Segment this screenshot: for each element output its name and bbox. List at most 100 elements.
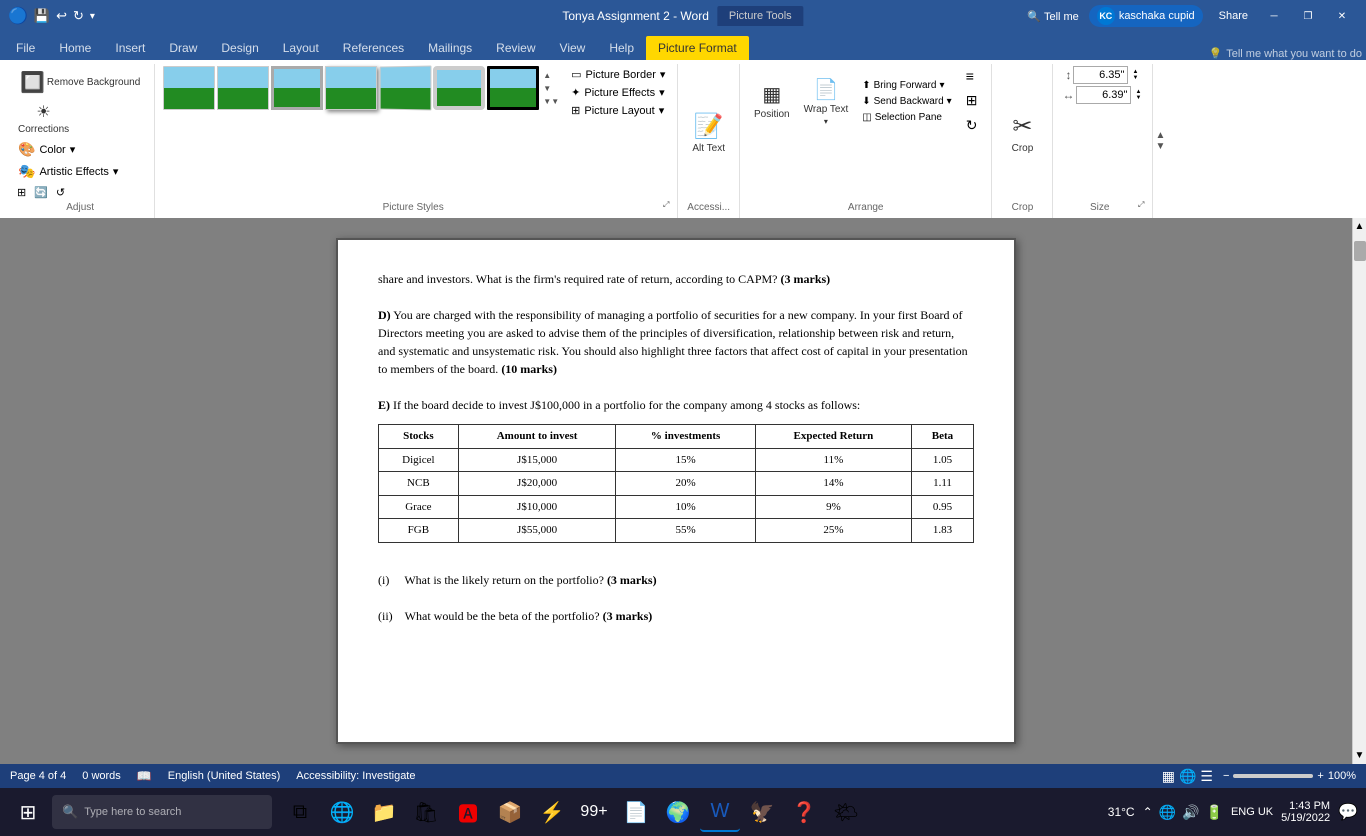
picture-styles-expand[interactable]: ⤢ bbox=[663, 200, 669, 216]
tab-draw[interactable]: Draw bbox=[157, 36, 209, 60]
power-automate-btn[interactable]: ⚡ bbox=[532, 792, 572, 832]
zoom-slider[interactable] bbox=[1233, 774, 1313, 778]
selection-pane-btn[interactable]: ◫ Selection Pane bbox=[856, 110, 957, 125]
remove-background-btn[interactable]: 🔲 Remove Background bbox=[14, 66, 146, 99]
zoom-out-btn[interactable]: − bbox=[1223, 770, 1229, 782]
scroll-up-btn[interactable]: ▲ bbox=[1352, 218, 1366, 235]
width-down[interactable]: ▼ bbox=[1133, 95, 1143, 101]
edge-btn[interactable]: 🌐 bbox=[322, 792, 362, 832]
pic-style-1[interactable] bbox=[163, 66, 215, 110]
group-btn[interactable]: ⊞ bbox=[960, 90, 984, 111]
tab-layout[interactable]: Layout bbox=[271, 36, 331, 60]
tab-design[interactable]: Design bbox=[209, 36, 270, 60]
pic-style-2[interactable] bbox=[217, 66, 269, 110]
start-icon: ⊞ bbox=[20, 800, 37, 825]
height-input[interactable] bbox=[1073, 66, 1128, 84]
tab-mailings[interactable]: Mailings bbox=[416, 36, 484, 60]
layout-dropdown: ▾ bbox=[659, 104, 665, 117]
pic-style-4[interactable] bbox=[325, 66, 377, 110]
acrobat-btn[interactable]: 🅰 bbox=[448, 792, 488, 832]
pic-style-3[interactable] bbox=[271, 66, 323, 110]
pic-style-7[interactable] bbox=[487, 66, 539, 110]
color-btn[interactable]: 🎨 Color ▾ bbox=[14, 139, 79, 160]
document-page[interactable]: share and investors. What is the firm's … bbox=[336, 238, 1016, 744]
gallery-more[interactable]: ▼▼ bbox=[541, 95, 561, 108]
tab-review[interactable]: Review bbox=[484, 36, 547, 60]
quick-more[interactable]: ▾ bbox=[90, 11, 95, 22]
width-input[interactable] bbox=[1076, 86, 1131, 104]
tab-file[interactable]: File bbox=[4, 36, 47, 60]
outline-view[interactable]: ☰ bbox=[1200, 768, 1213, 785]
tab-references[interactable]: References bbox=[331, 36, 416, 60]
weather-btn[interactable]: 🌤 bbox=[826, 792, 866, 832]
crop-btn[interactable]: ✂ Crop bbox=[1000, 108, 1044, 159]
user-avatar: KC bbox=[1097, 7, 1115, 25]
scroll-bar-right[interactable]: ▲ ▼ bbox=[1352, 218, 1366, 764]
reset-pic-btn[interactable]: ↺ bbox=[53, 185, 68, 200]
alt-text-btn[interactable]: 📝 Alt Text bbox=[686, 108, 731, 159]
volume-icon[interactable]: 🔊 bbox=[1182, 804, 1199, 821]
bring-forward-btn[interactable]: ⬆ Bring Forward ▾ bbox=[856, 78, 957, 93]
help-btn[interactable]: ❓ bbox=[784, 792, 824, 832]
web-layout-view[interactable]: 🌐 bbox=[1179, 768, 1196, 785]
taskbar-search[interactable]: 🔍 Type here to search bbox=[52, 795, 272, 829]
language[interactable]: English (United States) bbox=[168, 770, 281, 782]
chevron-up-icon[interactable]: ⌃ bbox=[1143, 805, 1153, 819]
tab-help[interactable]: Help bbox=[597, 36, 646, 60]
tab-insert[interactable]: Insert bbox=[103, 36, 157, 60]
gallery-down[interactable]: ▼ bbox=[541, 82, 561, 95]
task-view-btn[interactable]: ⧉ bbox=[280, 792, 320, 832]
tab-home[interactable]: Home bbox=[47, 36, 103, 60]
gallery-up[interactable]: ▲ bbox=[541, 69, 561, 82]
ribbon-scroll-up[interactable]: ▲ bbox=[1155, 130, 1165, 141]
dropbox-btn[interactable]: 📦 bbox=[490, 792, 530, 832]
ribbon-scroll-down[interactable]: ▼ bbox=[1155, 141, 1165, 152]
quick-save[interactable]: 💾 bbox=[34, 8, 50, 24]
quick-undo[interactable]: ↩ bbox=[56, 8, 67, 24]
clock[interactable]: 1:43 PM 5/19/2022 bbox=[1281, 800, 1330, 824]
quick-redo[interactable]: ↻ bbox=[73, 8, 84, 24]
scroll-thumb[interactable] bbox=[1354, 241, 1366, 261]
print-layout-view[interactable]: ▦ bbox=[1162, 768, 1175, 785]
scroll-down-btn[interactable]: ▼ bbox=[1352, 747, 1366, 764]
height-down[interactable]: ▼ bbox=[1130, 75, 1140, 81]
counter-btn[interactable]: 99+ bbox=[574, 792, 614, 832]
tab-view[interactable]: View bbox=[548, 36, 598, 60]
zoom-in-btn[interactable]: + bbox=[1317, 770, 1323, 782]
accessibility-check[interactable]: Accessibility: Investigate bbox=[296, 770, 415, 782]
battery-icon[interactable]: 🔋 bbox=[1206, 804, 1223, 821]
word-taskbar-btn[interactable]: W bbox=[700, 792, 740, 832]
compress-btn[interactable]: ⊞ bbox=[14, 185, 29, 200]
picture-border-btn[interactable]: ▭ Picture Border ▾ bbox=[567, 66, 669, 83]
zoom-level[interactable]: 100% bbox=[1328, 770, 1356, 782]
position-btn[interactable]: ▦ Position bbox=[748, 78, 796, 124]
wrap-text-btn[interactable]: 📄 Wrap Text ▾ bbox=[798, 73, 855, 130]
close-btn[interactable]: ✕ bbox=[1326, 6, 1358, 26]
change-pic-btn[interactable]: 🔄 bbox=[31, 185, 51, 200]
picture-layout-btn[interactable]: ⊞ Picture Layout ▾ bbox=[567, 102, 669, 119]
corrections-btn[interactable]: ☀ Corrections bbox=[14, 100, 73, 138]
chrome-btn[interactable]: 🌍 bbox=[658, 792, 698, 832]
store-btn[interactable]: 🛍 bbox=[406, 792, 446, 832]
pic-style-5[interactable] bbox=[380, 65, 432, 110]
size-expand[interactable]: ⤢ bbox=[1138, 200, 1144, 216]
office-btn[interactable]: 📄 bbox=[616, 792, 656, 832]
file-explorer-btn[interactable]: 📁 bbox=[364, 792, 404, 832]
minimize-btn[interactable]: ─ bbox=[1258, 6, 1290, 26]
maximize-btn[interactable]: ❐ bbox=[1292, 6, 1324, 26]
picture-effects-btn[interactable]: ✦ Picture Effects ▾ bbox=[567, 84, 669, 101]
rotate-btn[interactable]: ↻ bbox=[960, 115, 984, 136]
tell-me-input[interactable]: 💡 Tell me what you want to do bbox=[1209, 47, 1362, 60]
align-btn[interactable]: ≡ bbox=[960, 66, 984, 86]
send-backward-btn[interactable]: ⬇ Send Backward ▾ bbox=[856, 94, 957, 109]
notification-btn[interactable]: 💬 bbox=[1338, 802, 1358, 822]
share-btn[interactable]: Share bbox=[1219, 10, 1248, 22]
search-ribbon-btn[interactable]: 🔍 Tell me bbox=[1027, 10, 1078, 23]
start-button[interactable]: ⊞ bbox=[8, 792, 48, 832]
pic-style-6[interactable] bbox=[433, 66, 485, 110]
user-badge[interactable]: KC kaschaka cupid bbox=[1089, 5, 1203, 27]
tab-picture-format[interactable]: Picture Format bbox=[646, 36, 749, 60]
teams-btn[interactable]: 🦅 bbox=[742, 792, 782, 832]
artistic-effects-btn[interactable]: 🎭 Artistic Effects ▾ bbox=[14, 161, 122, 182]
network-icon[interactable]: 🌐 bbox=[1159, 804, 1176, 821]
